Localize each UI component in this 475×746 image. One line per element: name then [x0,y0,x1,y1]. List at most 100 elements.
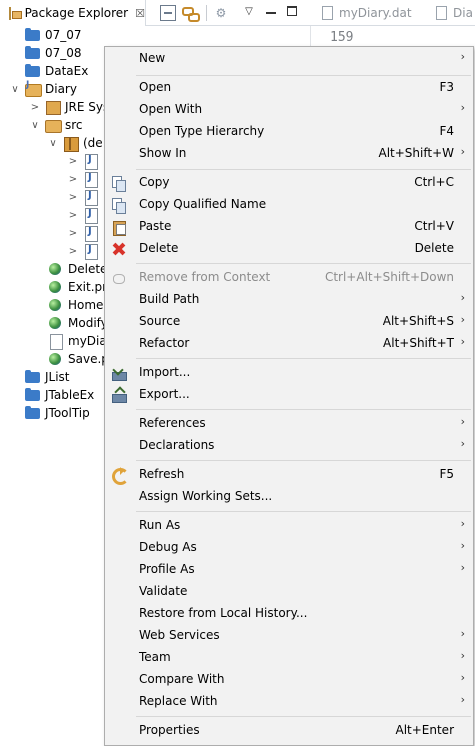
submenu-arrow-icon: › [460,145,465,158]
menu-item-show-in[interactable]: Show In Alt+Shift+W › [105,143,473,165]
menu-item-label: Restore from Local History... [139,606,308,620]
menu-item-label: Copy [139,175,170,189]
tree-item-07-07[interactable]: 07_07 [25,26,82,44]
view-menu-icon[interactable]: ▽ [244,4,254,20]
menu-item-paste[interactable]: Paste Ctrl+V [105,216,473,238]
menu-item-shortcut: Alt+Shift+W [378,146,455,160]
expand-toggle-icon[interactable]: ∨ [9,84,21,95]
copy-qualified-name-icon [111,197,127,214]
menu-item-build-path[interactable]: Build Path › [105,289,473,311]
menu-item-new[interactable]: New › [105,48,473,70]
tree-item-07-08[interactable]: 07_08 [25,44,82,62]
expand-toggle-icon[interactable]: > [67,156,79,167]
tree-item-java-file[interactable]: > [67,224,103,242]
tree-item-exit-png[interactable]: Exit.pn [48,278,110,296]
menu-item-label: Debug As [139,540,197,554]
menu-item-refactor[interactable]: Refactor Alt+Shift+T › [105,333,473,355]
tree-item-label: (de [83,136,103,150]
close-tab-icon[interactable]: ☒ [135,7,145,20]
minimize-icon[interactable] [266,12,276,14]
tree-item-java-file[interactable]: > [67,152,103,170]
menu-item-label: Open [139,80,172,94]
editor-tab-mydiary[interactable]: myDiary.dat [322,0,412,26]
tree-item-modify-png[interactable]: Modify [48,314,108,332]
link-with-editor-icon[interactable] [182,5,200,22]
tree-item-diary[interactable]: ∨ Diary [9,80,77,98]
menu-item-shortcut: Ctrl+C [414,175,454,189]
menu-item-debug-as[interactable]: Debug As › [105,537,473,559]
menu-item-import[interactable]: Import... [105,362,473,384]
submenu-arrow-icon: › [460,649,465,662]
menu-item-export[interactable]: Export... [105,384,473,406]
copy-icon [111,175,127,192]
menu-item-restore-local-history[interactable]: Restore from Local History... [105,603,473,625]
expand-toggle-icon[interactable]: > [67,246,79,257]
menu-item-label: Run As [139,518,181,532]
image-file-icon [48,352,64,366]
menu-item-team[interactable]: Team › [105,647,473,669]
tree-item-label: myDia [68,334,107,348]
menu-item-shortcut: Alt+Shift+T [383,336,454,350]
menu-item-validate[interactable]: Validate [105,581,473,603]
menu-item-compare-with[interactable]: Compare With › [105,669,473,691]
menu-item-properties[interactable]: Properties Alt+Enter [105,720,473,742]
expand-toggle-icon[interactable]: > [29,102,41,113]
menu-item-open[interactable]: Open F3 [105,77,473,99]
tree-item-delete-png[interactable]: Delete. [48,260,111,278]
expand-toggle-icon[interactable]: > [67,210,79,221]
menu-item-open-type-hierarchy[interactable]: Open Type Hierarchy F4 [105,121,473,143]
menu-item-web-services[interactable]: Web Services › [105,625,473,647]
menu-item-remove-from-context[interactable]: Remove from Context Ctrl+Alt+Shift+Down [105,267,473,289]
menu-item-delete[interactable]: Delete Delete [105,238,473,260]
focus-on-task-icon[interactable]: ⚙ [213,5,229,21]
menu-item-references[interactable]: References › [105,413,473,435]
tree-item-label: DataEx [45,64,89,78]
tree-item-java-file[interactable]: > [67,188,103,206]
menu-separator [136,511,471,512]
menu-item-copy[interactable]: Copy Ctrl+C [105,172,473,194]
collapse-all-icon[interactable] [160,5,176,21]
tree-item-mydiary-dat[interactable]: myDia [48,332,107,350]
submenu-arrow-icon: › [460,561,465,574]
image-file-icon [48,316,64,330]
tree-item-jtooltip[interactable]: JToolTip [25,404,90,422]
tree-item-java-file[interactable]: > [67,242,103,260]
tree-item-java-file[interactable]: > [67,206,103,224]
menu-item-refresh[interactable]: Refresh F5 [105,464,473,486]
expand-toggle-icon[interactable]: > [67,192,79,203]
maximize-icon[interactable] [287,6,297,16]
delete-icon [111,241,127,257]
menu-item-replace-with[interactable]: Replace With › [105,691,473,713]
editor-tab-dia[interactable]: Dia [436,0,473,26]
expand-toggle-icon[interactable]: ∨ [29,120,41,131]
menu-item-declarations[interactable]: Declarations › [105,435,473,457]
tree-item-java-file[interactable]: > [67,170,103,188]
library-icon [45,100,61,115]
paste-icon [111,219,127,236]
tab-package-explorer[interactable]: Package Explorer ☒ [0,0,146,26]
tree-item-jlist[interactable]: JList [25,368,70,386]
tree-item-home-png[interactable]: Home. [48,296,107,314]
menu-separator [136,409,471,410]
menu-item-profile-as[interactable]: Profile As › [105,559,473,581]
menu-item-label: Declarations [139,438,215,452]
submenu-arrow-icon: › [460,627,465,640]
menu-item-assign-working-sets[interactable]: Assign Working Sets... [105,486,473,508]
expand-toggle-icon[interactable]: > [67,174,79,185]
tree-item-src[interactable]: ∨ src [29,116,83,134]
menu-separator [136,716,471,717]
menu-item-label: Profile As [139,562,195,576]
tree-item-save-png[interactable]: Save.p [48,350,109,368]
expand-toggle-icon[interactable]: ∨ [47,138,59,149]
submenu-arrow-icon: › [460,101,465,114]
tree-item-default-package[interactable]: ∨ (de [47,134,103,152]
menu-item-copy-qualified-name[interactable]: Copy Qualified Name [105,194,473,216]
expand-toggle-icon[interactable]: > [67,228,79,239]
menu-item-label: Refactor [139,336,190,350]
menu-item-run-as[interactable]: Run As › [105,515,473,537]
tree-item-jtableex[interactable]: JTableEx [25,386,94,404]
tree-item-jre-system-library[interactable]: > JRE Sys [29,98,109,116]
menu-item-source[interactable]: Source Alt+Shift+S › [105,311,473,333]
menu-item-open-with[interactable]: Open With › [105,99,473,121]
tree-item-dataex[interactable]: DataEx [25,62,88,80]
